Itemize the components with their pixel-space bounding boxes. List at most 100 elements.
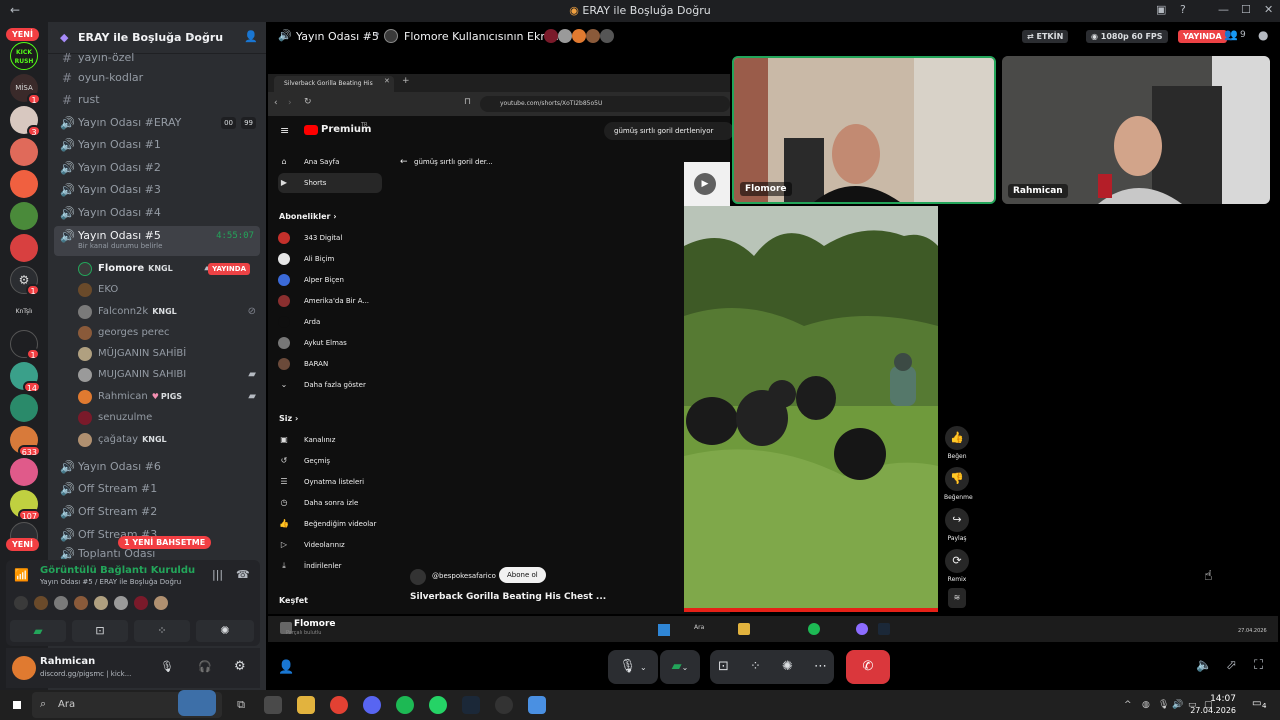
taskbar-search-box[interactable]: ⌕ Ara bbox=[32, 690, 222, 718]
close-window-button[interactable]: ✕ bbox=[1264, 3, 1273, 16]
you-liked[interactable]: 👍 Beğendiğim videolar bbox=[278, 514, 382, 534]
channel-yayin-1[interactable]: 🔊 Yayın Odası #1 bbox=[54, 135, 260, 155]
camera-toggle-button[interactable]: ▰ bbox=[10, 620, 66, 642]
back-arrow-icon[interactable]: ← bbox=[400, 157, 408, 167]
channel-yayin-5-active[interactable]: 🔊 Yayın Odası #5 4:55:07 Bir kanal durum… bbox=[54, 226, 260, 256]
tray-chevron-icon[interactable]: ^ bbox=[1124, 700, 1132, 710]
bookmark-icon[interactable]: ⊓ bbox=[464, 97, 471, 107]
server-avatar-13[interactable] bbox=[10, 458, 38, 486]
avatar[interactable] bbox=[14, 596, 28, 610]
fullscreen-icon[interactable]: ⛶ bbox=[1254, 658, 1263, 673]
reload-icon[interactable]: ↻ bbox=[304, 97, 312, 107]
avatar[interactable] bbox=[134, 596, 148, 610]
taskbar-date[interactable]: 27.04.2026 bbox=[1180, 706, 1236, 715]
chat-bubble-icon[interactable]: ● bbox=[1258, 28, 1268, 42]
avatar[interactable] bbox=[410, 569, 426, 585]
noise-suppression-icon[interactable]: ||| bbox=[212, 568, 223, 581]
member-mujgan-1[interactable]: MÜJGANIN SAHİBİ bbox=[76, 344, 260, 364]
voice-location[interactable]: Yayın Odası #5 / ERAY ile Boşluğa Doğru bbox=[40, 578, 181, 586]
sub-aykut-elmas[interactable]: Aykut Elmas bbox=[278, 333, 382, 353]
member-rahmican[interactable]: Rahmican ♥ PIGS ▰ bbox=[76, 387, 260, 407]
pop-out-icon[interactable]: ⬀ bbox=[1226, 658, 1237, 673]
server-misa[interactable]: MİSA 1 bbox=[10, 74, 41, 105]
avatar[interactable] bbox=[114, 596, 128, 610]
server-avatar-14[interactable]: 107 bbox=[10, 490, 41, 521]
sub-343-digital[interactable]: 343 Digital bbox=[278, 228, 382, 248]
screen-share-button[interactable]: ⊡ bbox=[72, 620, 128, 642]
invite-icon[interactable]: 👤 bbox=[278, 660, 294, 675]
sub-alper-bicen[interactable]: Alper Biçen bbox=[278, 270, 382, 290]
soundboard-button[interactable]: ✺ bbox=[196, 620, 254, 642]
more-options-icon[interactable]: ⋯ bbox=[814, 650, 827, 684]
whatsapp-icon[interactable] bbox=[429, 696, 447, 714]
channel-offstream-1[interactable]: 🔊 Off Stream #1 bbox=[54, 479, 260, 499]
app-icon[interactable] bbox=[264, 696, 282, 714]
subscriptions-heading[interactable]: Abonelikler › bbox=[279, 212, 337, 221]
sub-amerikada[interactable]: Amerika'da Bir A... bbox=[278, 291, 382, 311]
activities-icon[interactable]: ⁘ bbox=[750, 650, 761, 684]
stream-screen-title[interactable]: Flomore Kullanıcısının Ekranı bbox=[404, 30, 562, 43]
spotify-icon[interactable] bbox=[396, 696, 414, 714]
channel-yayin-ozel[interactable]: # yayın-özel bbox=[54, 48, 260, 68]
you-videos[interactable]: ▷ Videolarınız bbox=[278, 535, 382, 555]
nav-shorts[interactable]: ▶ Shorts bbox=[278, 173, 382, 193]
server-avatar-3[interactable] bbox=[10, 138, 38, 166]
discord-icon[interactable] bbox=[363, 696, 381, 714]
task-view-icon[interactable]: ⧉ bbox=[232, 696, 250, 714]
channel-oyun-kodlar[interactable]: # oyun-kodlar bbox=[54, 68, 260, 88]
avatar[interactable] bbox=[34, 596, 48, 610]
address-bar[interactable]: youtube.com/shorts/XoTI2b85o5U bbox=[480, 96, 730, 112]
leave-call-button[interactable]: ✆ bbox=[846, 650, 890, 684]
avatar[interactable] bbox=[154, 596, 168, 610]
viewers-icon[interactable]: 👥 bbox=[1224, 28, 1238, 41]
volume-icon[interactable]: 🔈 bbox=[1196, 658, 1212, 673]
quality-badge[interactable]: ◉ 1080p 60 FPS bbox=[1086, 30, 1168, 43]
member-mujgan-2[interactable]: MUJGANIN SAHIBI ▰ bbox=[76, 365, 260, 385]
channel-yayin-eray[interactable]: 🔊 Yayın Odası #ERAY 00 99 bbox=[54, 113, 260, 133]
channel-rust[interactable]: # rust bbox=[54, 90, 260, 110]
server-avatar-5[interactable] bbox=[10, 202, 38, 230]
add-member-icon[interactable]: 👤 bbox=[244, 30, 258, 43]
avatar[interactable] bbox=[94, 596, 108, 610]
you-playlists[interactable]: ☰ Oynatma listeleri bbox=[278, 472, 382, 492]
you-heading[interactable]: Siz › bbox=[279, 414, 298, 423]
browser-forward-icon[interactable]: › bbox=[288, 98, 292, 108]
you-channel[interactable]: ▣ Kanalınız bbox=[278, 430, 382, 450]
subscribe-button[interactable]: Abone ol bbox=[499, 567, 546, 583]
dislike-button[interactable]: 👎 Beğenme bbox=[944, 467, 973, 501]
user-name[interactable]: Rahmican bbox=[40, 656, 95, 667]
youtube-logo-icon[interactable] bbox=[304, 125, 318, 135]
play-icon[interactable]: ▶ bbox=[694, 173, 716, 195]
camera-button[interactable]: ▰⌄ bbox=[660, 650, 700, 684]
like-button[interactable]: 👍 Beğen bbox=[944, 426, 970, 460]
tray-mic-icon[interactable]: 🎙 bbox=[1158, 700, 1169, 710]
server-avatar-11[interactable] bbox=[10, 394, 38, 422]
soundboard-icon[interactable]: ✺ bbox=[782, 650, 793, 684]
stream-channel-name[interactable]: Yayın Odası #5 bbox=[296, 30, 379, 43]
shorts-video[interactable] bbox=[684, 206, 938, 612]
taskbar-time[interactable]: 14:07 bbox=[1196, 694, 1236, 704]
notification-icon[interactable]: ▭ bbox=[1252, 698, 1261, 709]
obs-icon[interactable] bbox=[495, 696, 513, 714]
webcam-flomore[interactable]: Flomore bbox=[732, 56, 996, 204]
minimize-button[interactable]: — bbox=[1218, 3, 1229, 16]
file-explorer-icon[interactable] bbox=[297, 696, 315, 714]
member-georges[interactable]: georges perec bbox=[76, 323, 260, 343]
server-avatar-9[interactable]: 1 bbox=[10, 330, 40, 360]
avatar[interactable] bbox=[12, 656, 36, 680]
remix-button[interactable]: ⟳ Remix bbox=[944, 549, 970, 583]
channel-status-text[interactable]: Bir kanal durumu belirle bbox=[78, 240, 162, 252]
app-icon[interactable] bbox=[528, 696, 546, 714]
user-status[interactable]: discord.gg/pigsmc | kick... bbox=[40, 670, 150, 678]
server-avatar-10[interactable]: 14 bbox=[10, 362, 41, 393]
avatar[interactable] bbox=[54, 596, 68, 610]
member-cagatay[interactable]: çağatay KNGL bbox=[76, 430, 260, 450]
screen-share-icon[interactable]: ⊡ bbox=[718, 650, 729, 684]
server-kick-rush[interactable]: KICK RUSH bbox=[10, 42, 38, 70]
sound-wave-icon[interactable]: ≋ bbox=[948, 588, 966, 608]
settings-gear-icon[interactable]: ⚙ bbox=[234, 659, 246, 674]
member-eko[interactable]: EKO bbox=[76, 280, 260, 300]
new-mention-pill[interactable]: 1 YENİ BAHSETME bbox=[118, 536, 212, 549]
avatar[interactable] bbox=[74, 596, 88, 610]
channel-handle[interactable]: @bespokesafarico bbox=[432, 572, 496, 580]
